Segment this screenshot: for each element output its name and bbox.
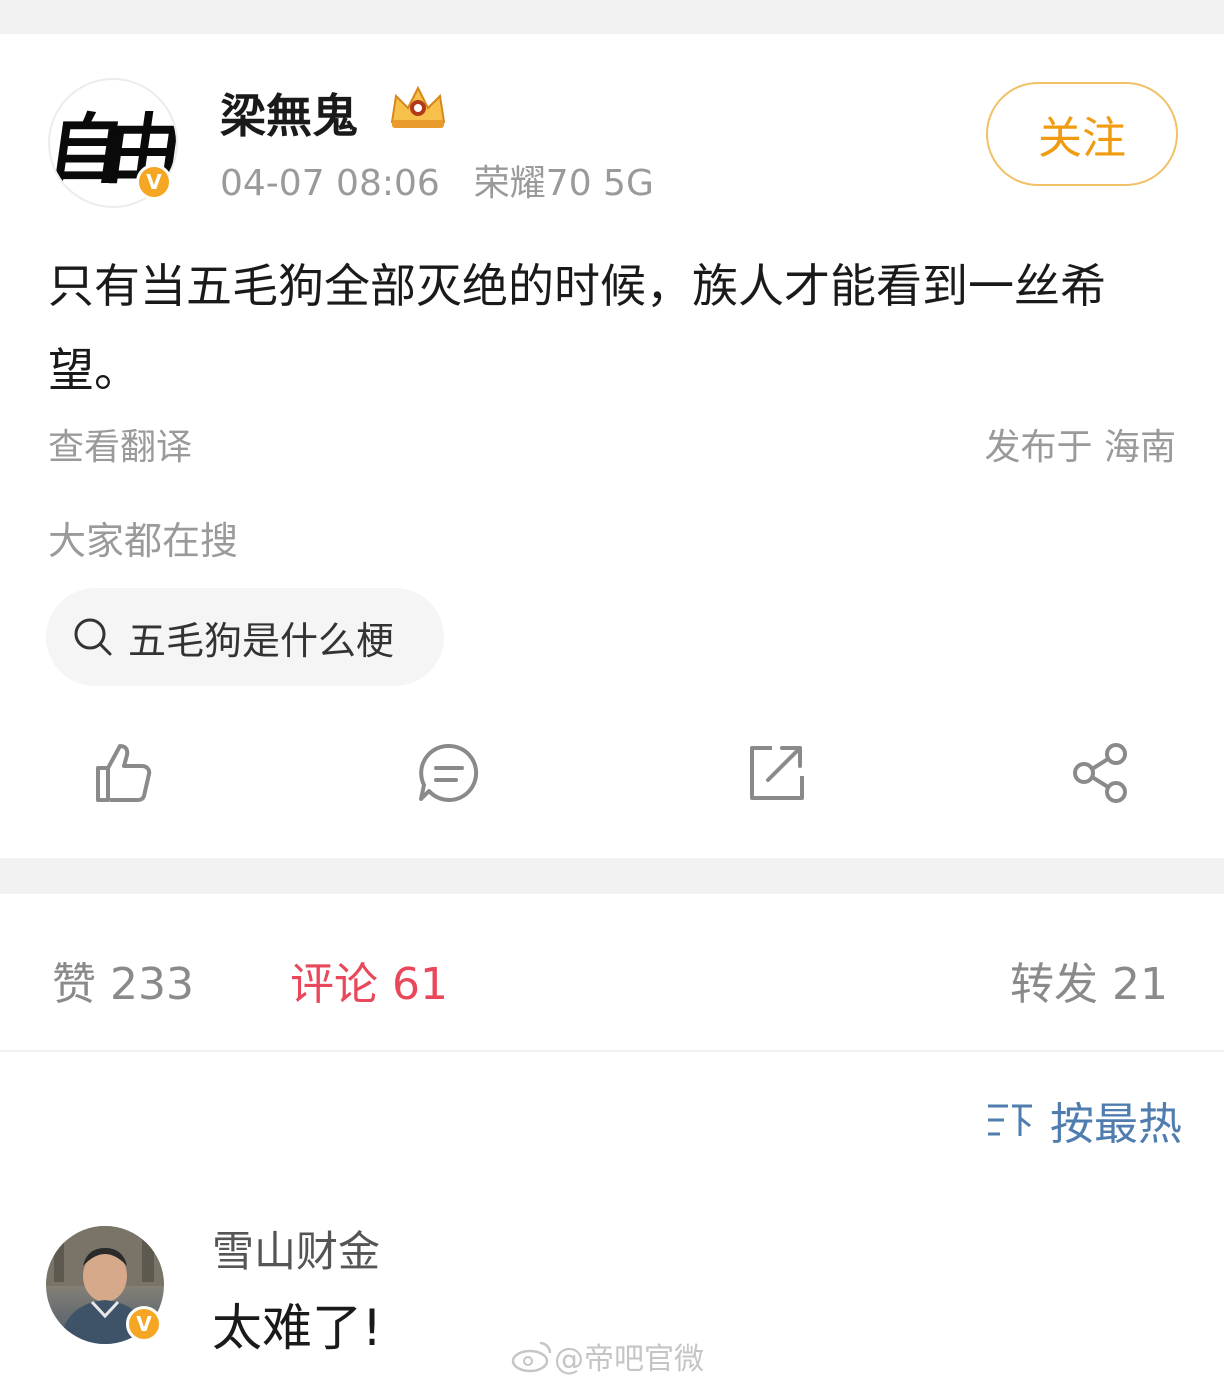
follow-button[interactable]: 关注 xyxy=(986,82,1178,186)
repost-icon[interactable] xyxy=(742,740,808,806)
verified-badge: V xyxy=(136,164,172,200)
weibo-logo-icon xyxy=(511,1341,552,1373)
sort-label: 按最热 xyxy=(1050,1099,1182,1150)
post-content: 只有当五毛狗全部灭绝的时候，族人才能看到一丝希望。 xyxy=(48,259,1106,397)
watermark-text: @帝吧官微 xyxy=(554,1342,704,1377)
trending-search-text: 五毛狗是什么梗 xyxy=(128,618,395,663)
commenter-name[interactable]: 雪山财金 xyxy=(212,1218,380,1279)
post-time: 04-07 08:06 xyxy=(220,163,440,204)
tab-likes[interactable]: 赞 233 xyxy=(52,948,194,1012)
crown-badge-icon xyxy=(390,85,446,128)
post-device: 荣耀70 5G xyxy=(473,163,654,204)
post-meta: 04-07 08:06 荣耀70 5G xyxy=(220,154,654,206)
search-icon xyxy=(74,618,112,656)
comment-icon[interactable] xyxy=(416,740,482,806)
share-icon[interactable] xyxy=(1068,740,1134,806)
commenter-verified-badge: V xyxy=(126,1306,162,1342)
watermark: @帝吧官微 xyxy=(510,1334,704,1378)
section-divider xyxy=(0,858,1224,894)
like-icon[interactable] xyxy=(90,740,156,806)
translate-link[interactable]: 查看翻译 xyxy=(48,418,192,470)
author-name[interactable]: 梁無鬼 xyxy=(220,80,358,146)
sort-icon xyxy=(988,1104,1032,1136)
sort-button[interactable]: 按最热 xyxy=(986,1088,1182,1152)
status-bar-area xyxy=(0,0,1224,34)
trending-search-label: 大家都在搜 xyxy=(48,519,239,563)
comment-text: 太难了! xyxy=(212,1299,383,1357)
trending-search-chip[interactable]: 五毛狗是什么梗 xyxy=(46,588,444,686)
post-location: 发布于 海南 xyxy=(984,427,1176,468)
tab-divider xyxy=(0,1050,1224,1052)
tab-comments[interactable]: 评论 61 xyxy=(290,948,448,1012)
tab-reposts[interactable]: 转发 21 xyxy=(1010,948,1168,1012)
